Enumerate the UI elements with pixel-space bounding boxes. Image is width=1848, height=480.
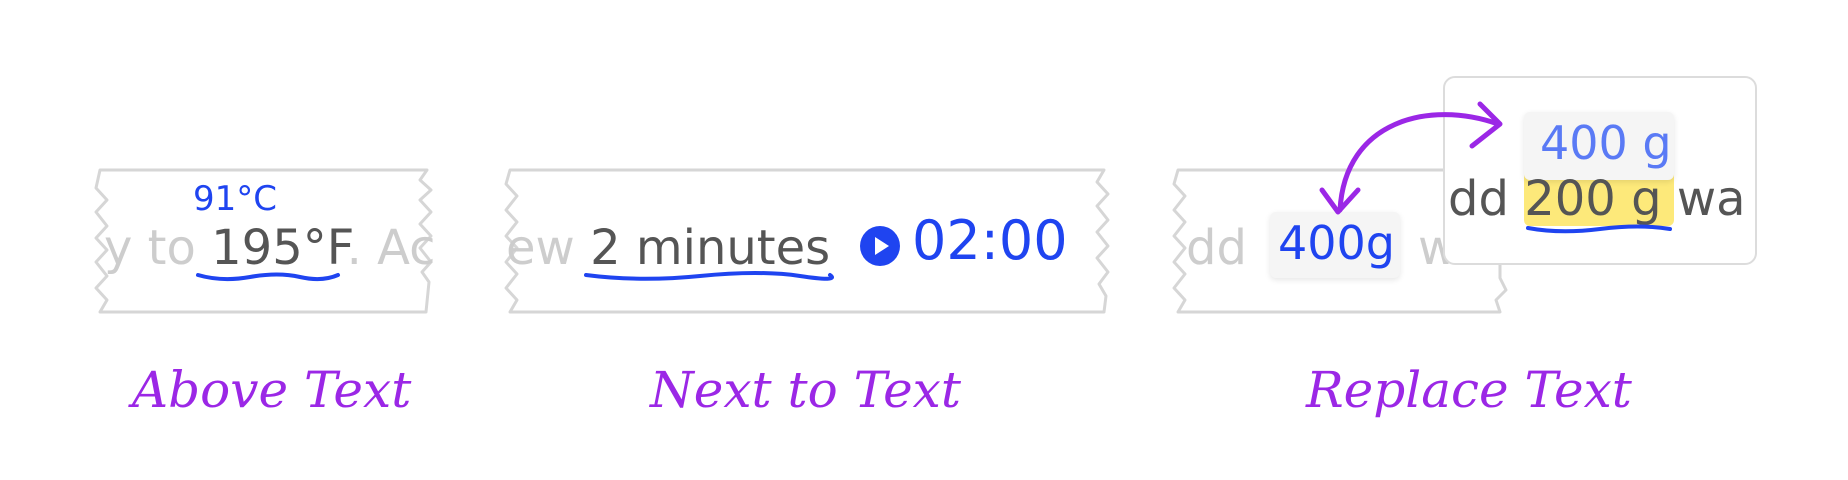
diagram: y to 195°F. Ac 91°C Above Text ew 2 minu… xyxy=(0,0,1848,480)
caption-replace-text: Replace Text xyxy=(1306,361,1632,419)
